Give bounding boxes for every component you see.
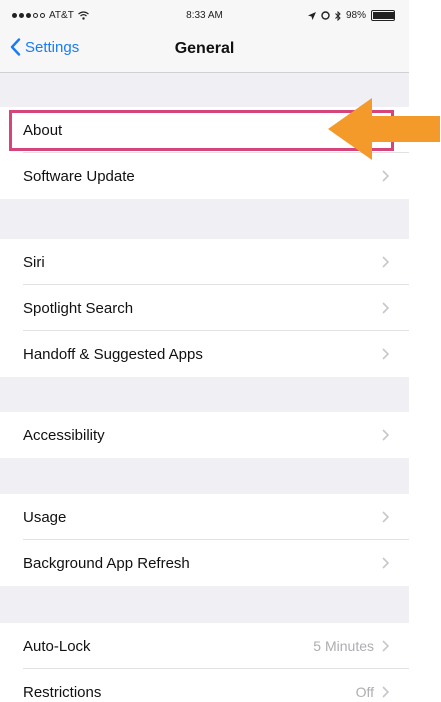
background-app-refresh-label: Background App Refresh: [23, 554, 190, 572]
navigation-bar: Settings General: [0, 30, 409, 73]
about-label: About: [23, 121, 63, 139]
handoff-row[interactable]: Handoff & Suggested Apps: [0, 331, 409, 377]
usage-row[interactable]: Usage: [0, 494, 409, 540]
chevron-right-icon: [382, 170, 389, 182]
settings-group-3: Accessibility: [0, 412, 409, 458]
alarm-icon: [321, 11, 330, 20]
status-bar: AT&T 8:33 AM 98%: [0, 0, 409, 30]
auto-lock-value: 5 Minutes: [313, 638, 374, 654]
accessibility-label: Accessibility: [23, 426, 105, 444]
siri-row[interactable]: Siri: [0, 239, 409, 285]
battery-percent: 98%: [345, 10, 366, 21]
handoff-label: Handoff & Suggested Apps: [23, 345, 203, 363]
accessibility-row[interactable]: Accessibility: [0, 412, 409, 458]
software-update-label: Software Update: [23, 167, 135, 185]
bluetooth-icon: [335, 10, 341, 21]
spotlight-search-label: Spotlight Search: [23, 299, 134, 317]
settings-group-5: Auto-Lock 5 Minutes Restrictions Off: [0, 623, 409, 702]
siri-label: Siri: [23, 253, 45, 271]
spotlight-search-row[interactable]: Spotlight Search: [0, 285, 409, 331]
chevron-right-icon: [382, 640, 389, 652]
battery-icon: [371, 10, 395, 21]
settings-group-4: Usage Background App Refresh: [0, 494, 409, 586]
background-app-refresh-row[interactable]: Background App Refresh: [0, 540, 409, 586]
location-icon: [307, 11, 316, 20]
battery-level-fill: [373, 12, 395, 19]
chevron-right-icon: [382, 348, 389, 360]
restrictions-label: Restrictions: [23, 683, 102, 701]
chevron-right-icon: [382, 686, 389, 698]
page-title: General: [174, 40, 235, 57]
usage-label: Usage: [23, 508, 67, 526]
chevron-right-icon: [382, 256, 389, 268]
chevron-right-icon: [382, 511, 389, 523]
auto-lock-row[interactable]: Auto-Lock 5 Minutes: [0, 623, 409, 669]
chevron-right-icon: [382, 302, 389, 314]
chevron-right-icon: [382, 557, 389, 569]
restrictions-row[interactable]: Restrictions Off: [0, 669, 409, 702]
restrictions-value: Off: [355, 684, 374, 700]
pointer-arrow-icon: [328, 98, 440, 160]
chevron-right-icon: [382, 429, 389, 441]
settings-group-2: Siri Spotlight Search Handoff & Suggeste…: [0, 239, 409, 377]
auto-lock-label: Auto-Lock: [23, 637, 91, 655]
